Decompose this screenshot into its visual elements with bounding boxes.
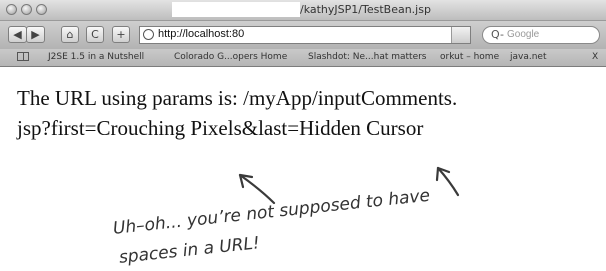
address-bar[interactable]: http://localhost:80 (139, 26, 471, 44)
bookmark-orkut[interactable]: orkut – home (440, 52, 499, 62)
address-bar-url[interactable]: http://localhost:80 (158, 28, 244, 40)
minimize-window-button[interactable] (21, 4, 32, 15)
title-bar-blank (172, 2, 300, 17)
window-title: /kathyJSP1/TestBean.jsp (300, 3, 431, 16)
address-bar-dropdown[interactable] (451, 27, 470, 43)
close-window-button[interactable] (6, 4, 17, 15)
search-field[interactable]: Q- Google (482, 26, 600, 44)
search-placeholder: Google (507, 29, 540, 40)
bookmark-j2se[interactable]: J2SE 1.5 in a Nutshell (48, 52, 144, 62)
bookmark-overflow[interactable]: X (592, 52, 598, 62)
home-icon: ⌂ (66, 28, 74, 41)
reload-button[interactable]: C (86, 26, 104, 43)
search-icon[interactable]: Q- (491, 28, 504, 41)
globe-icon (143, 29, 154, 40)
bookmarks-bar: J2SE 1.5 in a Nutshell Colorado G...oper… (0, 49, 606, 67)
bookmark-colorado[interactable]: Colorado G...opers Home (174, 52, 287, 62)
back-arrow-icon: ◀ (13, 28, 22, 41)
plus-icon: + (116, 28, 126, 41)
bookmark-javanet[interactable]: java.net (510, 52, 547, 62)
annotation-arrows (238, 166, 460, 205)
zoom-window-button[interactable] (36, 4, 47, 15)
page-content: The URL using params is: /myApp/inputCom… (0, 67, 606, 271)
forward-button[interactable]: ▶ (26, 26, 45, 43)
reload-icon: C (91, 28, 99, 41)
back-button[interactable]: ◀ (8, 26, 27, 43)
book-icon[interactable] (17, 52, 29, 61)
forward-arrow-icon: ▶ (31, 28, 40, 41)
browser-toolbar: ◀ ▶ ⌂ C + http://localhost:80 Q- Google (0, 21, 606, 49)
arrow-to-pixels-icon (238, 173, 276, 205)
add-bookmark-button[interactable]: + (112, 26, 130, 43)
title-bar: /kathyJSP1/TestBean.jsp (0, 0, 606, 21)
home-button[interactable]: ⌂ (61, 26, 79, 43)
bookmark-slashdot[interactable]: Slashdot: Ne...hat matters (308, 52, 427, 62)
